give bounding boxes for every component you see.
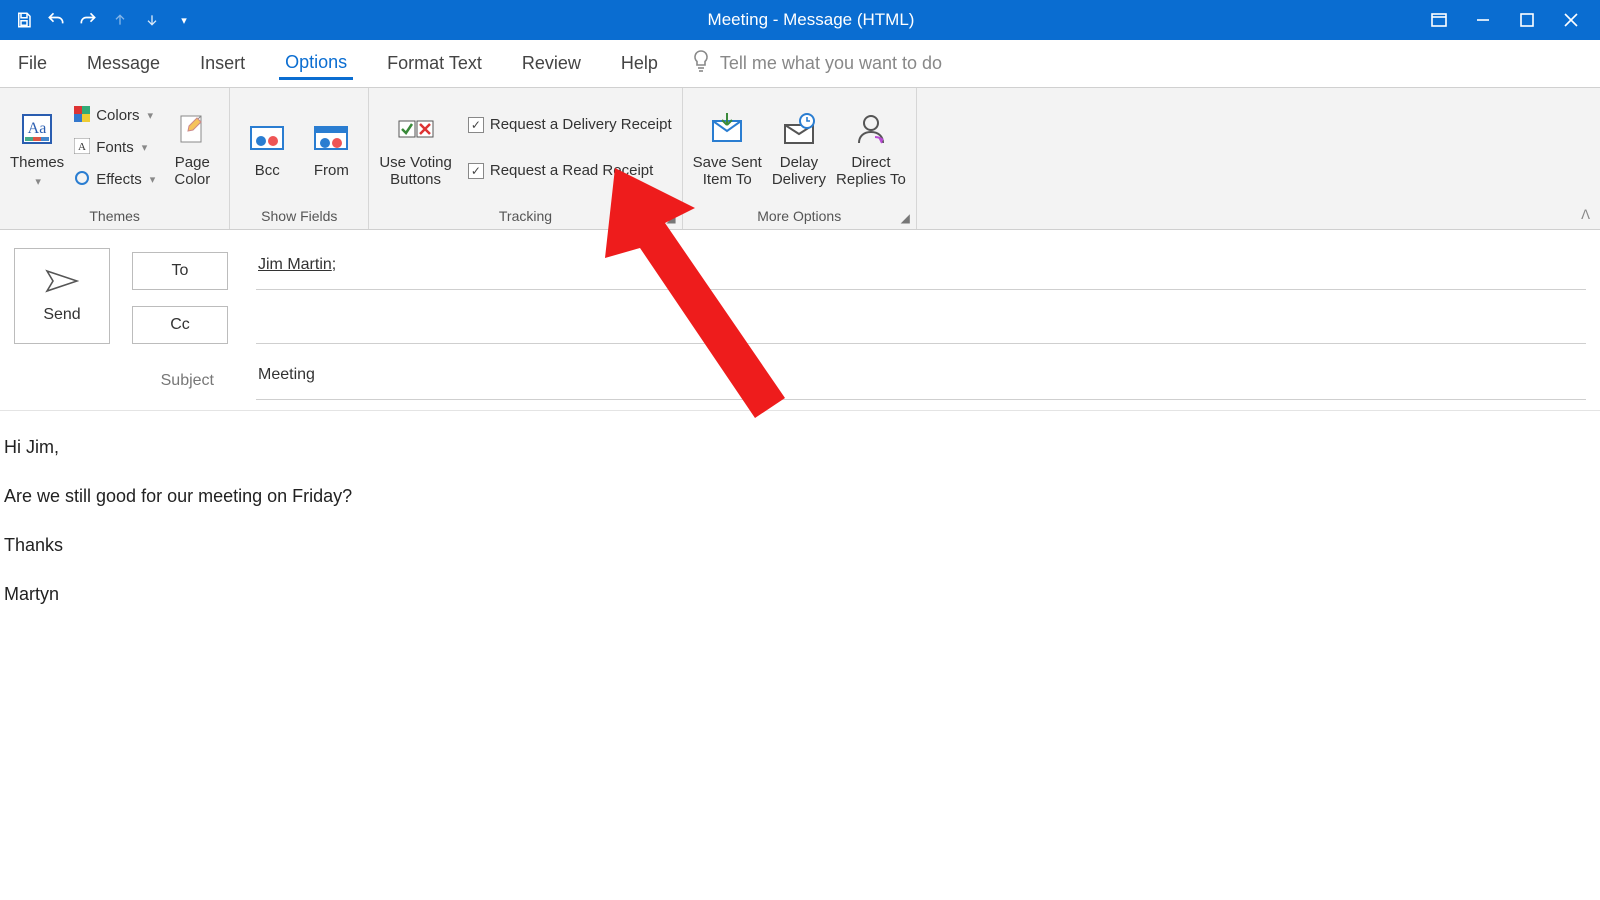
- from-button[interactable]: From: [304, 116, 358, 179]
- dialog-launcher-icon[interactable]: ◢: [901, 211, 910, 225]
- next-item-icon[interactable]: [140, 8, 164, 32]
- maximize-icon[interactable]: [1514, 7, 1540, 33]
- cc-field[interactable]: [256, 306, 1586, 344]
- page-color-icon: [171, 108, 213, 150]
- tab-message[interactable]: Message: [81, 49, 166, 78]
- previous-item-icon[interactable]: [108, 8, 132, 32]
- subject-field[interactable]: Meeting: [256, 362, 1586, 400]
- themes-button[interactable]: Aa Themes ▾: [10, 108, 64, 188]
- compose-header: Send To Jim Martin; Cc Subject Meeting: [0, 230, 1600, 400]
- save-sent-icon: [706, 108, 748, 150]
- undo-icon[interactable]: [44, 8, 68, 32]
- effects-icon: [74, 170, 90, 190]
- send-button[interactable]: Send: [14, 248, 110, 344]
- delay-delivery-icon: [778, 108, 820, 150]
- minimize-icon[interactable]: [1470, 7, 1496, 33]
- save-icon[interactable]: [12, 8, 36, 32]
- body-line: Martyn: [4, 584, 1596, 605]
- window-title: Meeting - Message (HTML): [196, 10, 1426, 30]
- bcc-button[interactable]: Bcc: [240, 116, 294, 179]
- body-line: Thanks: [4, 535, 1596, 556]
- ribbon-group-tracking: Use Voting Buttons ✓ Request a Delivery …: [369, 88, 682, 229]
- customize-qat-icon[interactable]: ▾: [172, 8, 196, 32]
- tell-me-search[interactable]: Tell me what you want to do: [692, 50, 942, 77]
- request-delivery-receipt-checkbox[interactable]: ✓ Request a Delivery Receipt: [468, 112, 672, 138]
- fonts-icon: A: [74, 138, 90, 158]
- body-line: Are we still good for our meeting on Fri…: [4, 486, 1596, 507]
- colors-button[interactable]: Colors▾: [74, 103, 155, 129]
- cc-button[interactable]: Cc: [132, 306, 228, 344]
- redo-icon[interactable]: [76, 8, 100, 32]
- ribbon-tabs: File Message Insert Options Format Text …: [0, 40, 1600, 88]
- checkbox-checked-icon: ✓: [468, 163, 484, 179]
- tab-help[interactable]: Help: [615, 49, 664, 78]
- ribbon-group-more-options: Save Sent Item To Delay Delivery Direct …: [683, 88, 917, 229]
- tab-format-text[interactable]: Format Text: [381, 49, 488, 78]
- close-icon[interactable]: [1558, 7, 1584, 33]
- use-voting-buttons[interactable]: Use Voting Buttons: [379, 108, 452, 188]
- send-icon: [45, 269, 79, 298]
- tab-review[interactable]: Review: [516, 49, 587, 78]
- themes-icon: Aa: [16, 108, 58, 150]
- direct-replies-to-button[interactable]: Direct Replies To: [836, 108, 906, 188]
- colors-icon: [74, 106, 90, 126]
- checkbox-checked-icon: ✓: [468, 117, 484, 133]
- ribbon: Aa Themes ▾ Colors▾ A Fonts▾ Effects▾: [0, 88, 1600, 230]
- svg-text:A: A: [78, 141, 86, 153]
- subject-label: Subject: [14, 372, 228, 390]
- request-read-receipt-checkbox[interactable]: ✓ Request a Read Receipt: [468, 158, 672, 184]
- ribbon-group-themes: Aa Themes ▾ Colors▾ A Fonts▾ Effects▾: [0, 88, 230, 229]
- lightbulb-icon: [692, 50, 710, 77]
- recipient-chip[interactable]: Jim Martin: [258, 256, 332, 273]
- tab-insert[interactable]: Insert: [194, 49, 251, 78]
- from-icon: [310, 116, 352, 158]
- body-line: Hi Jim,: [4, 437, 1596, 458]
- ribbon-display-options-icon[interactable]: [1426, 7, 1452, 33]
- quick-access-toolbar: ▾: [6, 8, 196, 32]
- window-controls: [1426, 7, 1594, 33]
- save-sent-item-to-button[interactable]: Save Sent Item To: [693, 108, 762, 188]
- collapse-ribbon-icon[interactable]: ᐱ: [1581, 207, 1590, 223]
- delay-delivery-button[interactable]: Delay Delivery: [772, 108, 826, 188]
- bcc-icon: [246, 116, 288, 158]
- direct-replies-icon: [850, 108, 892, 150]
- page-color-button[interactable]: Page Color: [165, 108, 219, 188]
- group-label-tracking: Tracking ◢: [369, 203, 681, 229]
- fonts-button[interactable]: A Fonts▾: [74, 135, 155, 161]
- dialog-launcher-icon[interactable]: ◢: [666, 211, 675, 225]
- tab-options[interactable]: Options: [279, 48, 353, 80]
- chevron-down-icon: ▾: [35, 175, 41, 188]
- to-field[interactable]: Jim Martin;: [256, 252, 1586, 290]
- tab-file[interactable]: File: [12, 49, 53, 78]
- title-bar: ▾ Meeting - Message (HTML): [0, 0, 1600, 40]
- message-body[interactable]: Hi Jim, Are we still good for our meetin…: [0, 410, 1600, 659]
- group-label-show-fields: Show Fields: [230, 203, 368, 229]
- tell-me-placeholder: Tell me what you want to do: [720, 53, 942, 74]
- effects-button[interactable]: Effects▾: [74, 167, 155, 193]
- to-button[interactable]: To: [132, 252, 228, 290]
- voting-icon: [395, 108, 437, 150]
- ribbon-group-show-fields: Bcc From Show Fields: [230, 88, 369, 229]
- svg-text:Aa: Aa: [28, 120, 47, 137]
- group-label-more-options: More Options ◢: [683, 203, 916, 229]
- group-label-themes: Themes: [0, 203, 229, 229]
